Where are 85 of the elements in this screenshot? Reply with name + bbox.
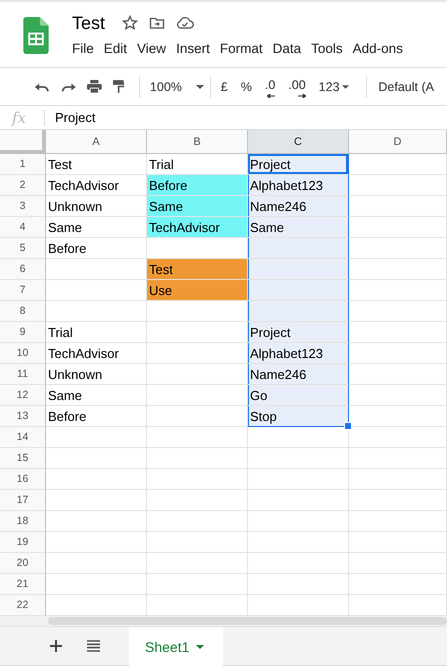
- row-header[interactable]: 18: [0, 511, 46, 532]
- table-cell[interactable]: Before: [46, 406, 147, 427]
- table-cell[interactable]: Same: [147, 196, 248, 217]
- table-cell[interactable]: Test: [147, 259, 248, 280]
- table-cell[interactable]: Same: [46, 385, 147, 406]
- table-cell[interactable]: Unknown: [46, 364, 147, 385]
- caret-icon: [196, 644, 204, 648]
- function-icon: fx: [12, 108, 36, 126]
- percent-format-button[interactable]: %: [240, 80, 252, 94]
- select-all-corner[interactable]: [0, 130, 46, 154]
- row-header[interactable]: 14: [0, 427, 46, 448]
- star-icon[interactable]: [122, 15, 138, 31]
- caret-icon: [196, 84, 204, 88]
- row-header[interactable]: 16: [0, 469, 46, 490]
- row-header[interactable]: 22: [0, 595, 46, 616]
- zoom-dropdown[interactable]: 100%: [150, 80, 206, 94]
- menu-item[interactable]: Insert: [176, 41, 210, 56]
- table-cell[interactable]: TechAdvisor: [147, 217, 248, 238]
- table-cell[interactable]: Before: [46, 238, 147, 259]
- table-cell[interactable]: Name246: [248, 364, 349, 385]
- fill-handle[interactable]: [344, 422, 352, 430]
- table-cell[interactable]: Same: [248, 217, 349, 238]
- row-header[interactable]: 10: [0, 343, 46, 364]
- currency-format-button[interactable]: £: [220, 80, 228, 94]
- column-header[interactable]: D: [349, 130, 447, 154]
- document-title[interactable]: Test: [72, 12, 106, 34]
- menu-item[interactable]: File: [72, 41, 94, 56]
- table-cell[interactable]: Alphabet123: [248, 343, 349, 364]
- column-header[interactable]: C: [248, 130, 349, 154]
- table-cell[interactable]: Go: [248, 385, 349, 406]
- row-header[interactable]: 1: [0, 154, 46, 175]
- decrease-decimal-button[interactable]: .0: [264, 78, 276, 95]
- paint-format-icon[interactable]: [112, 79, 124, 94]
- table-cell[interactable]: Use: [147, 280, 248, 301]
- font-dropdown[interactable]: Default (A: [378, 80, 434, 94]
- row-header[interactable]: 20: [0, 553, 46, 574]
- caret-icon: [342, 84, 349, 88]
- increase-decimal-button[interactable]: .00: [288, 78, 306, 95]
- column-header[interactable]: A: [46, 130, 147, 154]
- sheet-tab[interactable]: Sheet1: [129, 627, 224, 666]
- table-cell[interactable]: Project: [248, 322, 349, 343]
- row-header[interactable]: 4: [0, 217, 46, 238]
- right-arrow-icon: [298, 94, 306, 98]
- menu-item[interactable]: View: [137, 41, 166, 56]
- more-formats-dropdown[interactable]: 123: [318, 80, 349, 94]
- row-header[interactable]: 17: [0, 490, 46, 511]
- left-arrow-icon: [266, 94, 275, 98]
- table-cell[interactable]: [248, 301, 349, 322]
- row-header[interactable]: 21: [0, 574, 46, 595]
- folder-icon[interactable]: [149, 15, 166, 31]
- formula-field[interactable]: Project: [55, 110, 96, 125]
- print-icon[interactable]: [87, 79, 102, 94]
- row-header[interactable]: 11: [0, 364, 46, 385]
- row-header[interactable]: 8: [0, 301, 46, 322]
- row-header[interactable]: 3: [0, 196, 46, 217]
- row-header[interactable]: 5: [0, 238, 46, 259]
- table-cell[interactable]: Alphabet123: [248, 175, 349, 196]
- sheets-logo-icon[interactable]: [23, 17, 49, 54]
- table-cell[interactable]: [248, 280, 349, 301]
- menu-item[interactable]: Format: [220, 41, 263, 56]
- row-header[interactable]: 12: [0, 385, 46, 406]
- row-header[interactable]: 15: [0, 448, 46, 469]
- column-header[interactable]: B: [147, 130, 248, 154]
- table-cell[interactable]: Trial: [46, 322, 147, 343]
- row-header[interactable]: 6: [0, 259, 46, 280]
- menu-item[interactable]: Data: [272, 41, 302, 56]
- table-cell[interactable]: Test: [46, 154, 147, 175]
- menu-item[interactable]: Tools: [311, 41, 343, 56]
- table-cell[interactable]: TechAdvisor: [46, 343, 147, 364]
- row-header[interactable]: 9: [0, 322, 46, 343]
- add-sheet-icon[interactable]: [50, 640, 62, 652]
- all-sheets-icon[interactable]: [87, 640, 100, 652]
- row-header[interactable]: 7: [0, 280, 46, 301]
- menu-item[interactable]: Edit: [104, 41, 128, 56]
- row-header[interactable]: 19: [0, 532, 46, 553]
- cloud-check-icon[interactable]: [176, 15, 194, 31]
- row-header[interactable]: 2: [0, 175, 46, 196]
- row-header[interactable]: 13: [0, 406, 46, 427]
- table-cell[interactable]: Name246: [248, 196, 349, 217]
- table-cell[interactable]: Stop: [248, 406, 349, 427]
- table-cell[interactable]: Before: [147, 175, 248, 196]
- table-cell[interactable]: [248, 238, 349, 259]
- table-cell[interactable]: Project: [248, 154, 349, 175]
- menu-item[interactable]: Add-ons: [352, 41, 403, 56]
- table-cell[interactable]: [248, 259, 349, 280]
